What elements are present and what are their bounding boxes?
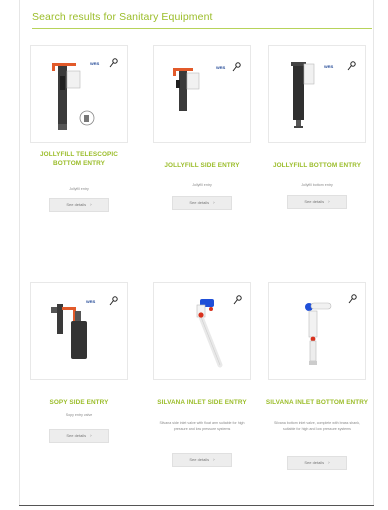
see-details-button[interactable]: See details › (172, 453, 232, 467)
chevron-right-icon: › (328, 460, 330, 465)
product-title[interactable]: SOPY SIDE ENTRY (26, 398, 132, 407)
product-description: Silvana bottom inlet valve, complete wit… (273, 421, 361, 431)
chevron-right-icon: › (90, 202, 92, 207)
see-details-label: See details (66, 202, 87, 207)
see-details-button[interactable]: See details › (287, 195, 347, 209)
chevron-right-icon: › (328, 199, 330, 204)
see-details-label: See details (189, 200, 210, 205)
product-title[interactable]: SILVANA INLET SIDE ENTRY (149, 398, 255, 407)
see-details-label: See details (189, 457, 210, 462)
fill-valve-telescopic-icon: WRS (52, 58, 118, 130)
product-image[interactable]: WRS (268, 45, 366, 143)
heading-divider (32, 28, 372, 29)
svg-text:WRS: WRS (90, 61, 100, 66)
product-title[interactable]: JOLLYFILL BOTTOM ENTRY (264, 161, 370, 170)
product-description: Sopy entry valve (65, 413, 93, 417)
fill-valve-bottom-icon: WRS (291, 61, 356, 128)
product-image[interactable]: WRS (30, 45, 128, 143)
product-title[interactable]: JOLLYFILL TELESCOPIC BOTTOM ENTRY (26, 150, 132, 168)
chevron-right-icon: › (213, 200, 215, 205)
see-details-button[interactable]: See details › (49, 198, 109, 212)
product-title[interactable]: JOLLYFILL SIDE ENTRY (149, 161, 255, 170)
product-image[interactable] (268, 282, 366, 380)
chevron-right-icon: › (90, 433, 92, 438)
see-details-button[interactable]: See details › (287, 456, 347, 470)
see-details-label: See details (304, 460, 325, 465)
product-image[interactable]: WRS (30, 282, 128, 380)
product-description: Silvana side inlet valve with float arm … (159, 421, 245, 431)
see-details-button[interactable]: See details › (172, 196, 232, 210)
product-image[interactable] (153, 282, 251, 380)
svg-text:WRS: WRS (324, 64, 334, 69)
svg-text:WRS: WRS (86, 299, 96, 304)
product-description: Jollyfill bottom entry (301, 183, 333, 187)
product-image[interactable]: WRS (153, 45, 251, 143)
see-details-label: See details (304, 199, 325, 204)
product-description: Jollyfill entry (192, 183, 212, 187)
inlet-valve-bottom-icon (305, 294, 357, 365)
fill-valve-side-icon: WRS (173, 62, 241, 111)
footer-divider (19, 505, 374, 506)
product-title[interactable]: SILVANA INLET BOTTOM ENTRY (264, 398, 370, 407)
fill-valve-float-icon: WRS (51, 296, 118, 359)
product-description: Jollyfill entry (69, 187, 89, 191)
see-details-button[interactable]: See details › (49, 429, 109, 443)
page-title: Search results for Sanitary Equipment (32, 11, 213, 23)
inlet-valve-side-icon (196, 295, 242, 368)
svg-text:WRS: WRS (216, 65, 226, 70)
see-details-label: See details (66, 433, 87, 438)
chevron-right-icon: › (213, 457, 215, 462)
